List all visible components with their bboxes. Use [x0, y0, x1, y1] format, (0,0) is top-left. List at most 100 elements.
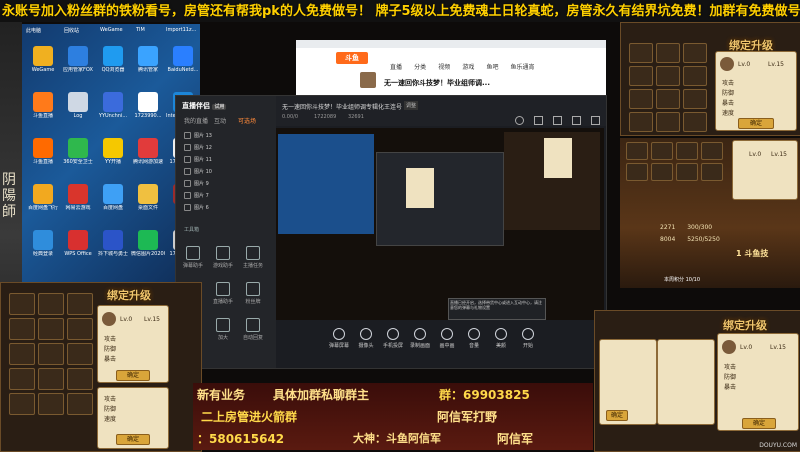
- item-slot[interactable]: [656, 112, 680, 132]
- item-slot[interactable]: [67, 343, 93, 365]
- item-slot[interactable]: [629, 112, 653, 132]
- item-slot[interactable]: [651, 142, 673, 160]
- visibility-icon[interactable]: [184, 132, 191, 139]
- bottom-tool-button[interactable]: 开始: [515, 328, 541, 349]
- item-slot[interactable]: [38, 293, 64, 315]
- item-slot[interactable]: [676, 163, 698, 181]
- item-slot[interactable]: [9, 393, 35, 415]
- scene-item[interactable]: 图片 6: [184, 204, 268, 212]
- item-slot[interactable]: [656, 43, 680, 63]
- desktop-icon[interactable]: 百度网盘飞行: [26, 184, 60, 212]
- item-slot[interactable]: [67, 318, 93, 340]
- nav-item-yule[interactable]: 鱼乐通宵: [511, 64, 535, 71]
- item-slot[interactable]: [683, 112, 707, 132]
- title-edit-tag[interactable]: 调整: [404, 101, 419, 110]
- visibility-icon[interactable]: [184, 192, 191, 199]
- desktop-icon[interactable]: YYUnchni...: [96, 92, 130, 120]
- scene-item[interactable]: 图片 11: [184, 156, 268, 164]
- desktop-icon[interactable]: Log: [61, 92, 95, 120]
- desktop-icon[interactable]: 百度网盘: [96, 184, 130, 212]
- confirm-button[interactable]: 确定: [742, 418, 776, 429]
- item-slot[interactable]: [683, 89, 707, 109]
- scene-item[interactable]: 图片 9: [184, 180, 268, 188]
- gift-icon[interactable]: [571, 116, 581, 125]
- douyu-logo[interactable]: 斗鱼: [336, 52, 368, 64]
- desktop-icon[interactable]: 1723990...: [131, 92, 165, 120]
- bottom-tool-button[interactable]: 美颜: [488, 328, 514, 349]
- confirm-button[interactable]: 确定: [606, 410, 628, 421]
- tab-scene[interactable]: 可选场: [238, 116, 256, 125]
- visibility-icon[interactable]: [184, 168, 191, 175]
- nav-item-yuba[interactable]: 鱼吧: [486, 64, 498, 71]
- toolbox-label[interactable]: 工具箱: [184, 226, 199, 233]
- nav-item-category[interactable]: 分类: [414, 64, 426, 71]
- stream-preview[interactable]: 直播已经开启，选择带货中心或进入互动中心，请注意您的弹幕与礼物设置: [276, 128, 604, 320]
- side-tool-button[interactable]: 弹幕助手: [182, 246, 204, 269]
- desktop-icon[interactable]: 抖下城与勇士: [96, 230, 130, 258]
- desktop-icon[interactable]: BaiduNetd...: [166, 46, 200, 74]
- visibility-icon[interactable]: [184, 156, 191, 163]
- desktop-icon[interactable]: 微信图片2020091...: [131, 230, 165, 258]
- bottom-tool-button[interactable]: 画中画: [434, 328, 460, 349]
- item-slot[interactable]: [38, 368, 64, 390]
- side-tool-button[interactable]: 直播助手: [212, 282, 234, 305]
- item-slot[interactable]: [656, 89, 680, 109]
- item-slot[interactable]: [629, 43, 653, 63]
- side-tool-button[interactable]: 游戏助手: [212, 246, 234, 269]
- chart-icon[interactable]: [591, 116, 600, 125]
- item-slot[interactable]: [38, 393, 64, 415]
- item-slot[interactable]: [67, 368, 93, 390]
- item-slot[interactable]: [656, 66, 680, 86]
- lock-icon[interactable]: [533, 116, 543, 125]
- confirm-button[interactable]: 确定: [738, 118, 774, 129]
- nav-item-game[interactable]: 游戏: [462, 64, 474, 71]
- side-tool-button[interactable]: 主播任务: [242, 246, 264, 269]
- item-slot[interactable]: [651, 163, 673, 181]
- share-icon[interactable]: [552, 116, 562, 125]
- item-slot[interactable]: [629, 89, 653, 109]
- bottom-tool-button[interactable]: 手机投屏: [380, 328, 406, 349]
- desktop-icon[interactable]: WPS Office: [61, 230, 95, 258]
- desktop-icon[interactable]: 斗鱼直播: [26, 92, 60, 120]
- visibility-icon[interactable]: [184, 180, 191, 187]
- confirm-button[interactable]: 确定: [116, 434, 150, 445]
- desktop-icon[interactable]: QQ浏览器: [96, 46, 130, 74]
- desktop-icon[interactable]: 经典登录: [26, 230, 60, 258]
- item-slot[interactable]: [701, 163, 723, 181]
- bottom-tool-button[interactable]: 弹幕屏幕: [326, 328, 352, 349]
- scene-item[interactable]: 图片 10: [184, 168, 268, 176]
- confirm-button[interactable]: 确定: [116, 370, 150, 381]
- settings-icon[interactable]: [514, 116, 524, 125]
- side-tool-button[interactable]: 粉丝牌: [242, 282, 264, 305]
- desktop-icon[interactable]: 应用管家FOX: [61, 46, 95, 74]
- tab-my-live[interactable]: 我的直播: [184, 116, 208, 125]
- nav-item-live[interactable]: 直播: [390, 64, 402, 71]
- bottom-tool-button[interactable]: 录制画面: [407, 328, 433, 349]
- item-slot[interactable]: [9, 368, 35, 390]
- scene-item[interactable]: 图片 12: [184, 144, 268, 152]
- desktop-icon[interactable]: YY开播: [96, 138, 130, 166]
- item-slot[interactable]: [626, 142, 648, 160]
- nav-item-video[interactable]: 视频: [438, 64, 450, 71]
- item-slot[interactable]: [9, 318, 35, 340]
- scene-item[interactable]: 图片 13: [184, 132, 268, 140]
- tab-interact[interactable]: 互动: [214, 116, 226, 125]
- item-slot[interactable]: [67, 393, 93, 415]
- bottom-tool-button[interactable]: 摄像头: [353, 328, 379, 349]
- item-slot[interactable]: [629, 66, 653, 86]
- desktop-icon[interactable]: 斗鱼直播: [26, 138, 60, 166]
- desktop-icon[interactable]: WeGame: [26, 46, 60, 74]
- item-slot[interactable]: [683, 66, 707, 86]
- item-slot[interactable]: [701, 142, 723, 160]
- item-slot[interactable]: [9, 293, 35, 315]
- desktop-icon[interactable]: 腾讯管家: [131, 46, 165, 74]
- item-slot[interactable]: [67, 293, 93, 315]
- visibility-icon[interactable]: [184, 204, 191, 211]
- item-slot[interactable]: [683, 43, 707, 63]
- desktop-icon[interactable]: 360安全卫士: [61, 138, 95, 166]
- item-slot[interactable]: [676, 142, 698, 160]
- visibility-icon[interactable]: [184, 144, 191, 151]
- streamer-avatar[interactable]: [360, 72, 376, 88]
- item-slot[interactable]: [38, 318, 64, 340]
- scene-item[interactable]: 图片 7: [184, 192, 268, 200]
